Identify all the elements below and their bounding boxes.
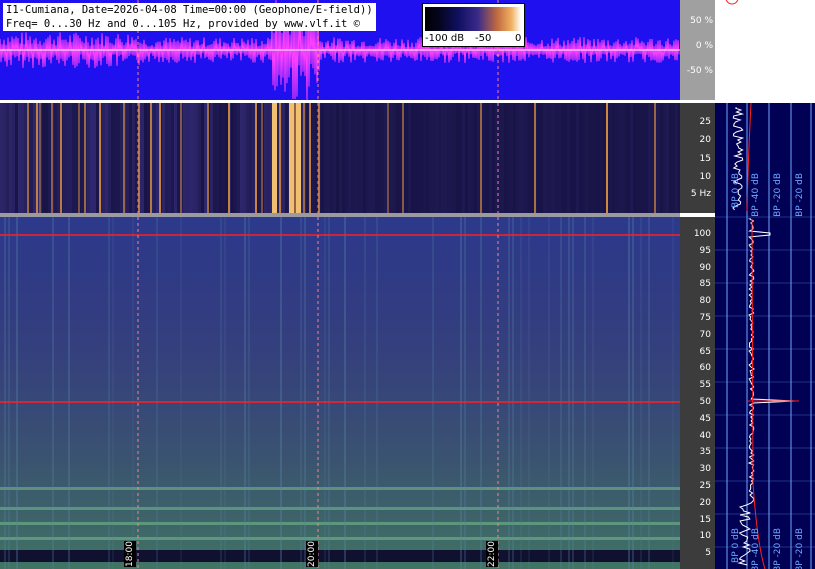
freq-tick: 25 — [699, 117, 711, 127]
freq-tick: 5 — [705, 548, 711, 559]
wave-scale-label: 0 % — [695, 41, 713, 51]
freq-tick: 75 — [699, 313, 711, 323]
freq-axis-low: 25 20 15 10 5 Hz — [680, 103, 715, 213]
freq-tick: 70 — [699, 329, 711, 340]
spectrogram-main-canvas — [0, 217, 680, 569]
bp-label: BP -40 dB — [751, 528, 761, 569]
freq-tick: 10 — [699, 531, 711, 542]
wave-scale-label: -50 % — [686, 66, 713, 76]
freq-unit-label: 5 Hz — [690, 189, 711, 199]
bp-label: BP -20 dB — [795, 528, 805, 569]
vlf-monitor-display: I1-Cumiana, Date=2026-04-08 Time=00:00 (… — [0, 0, 815, 569]
waveform-scale: 50 % 0 % -50 % — [680, 0, 715, 100]
freq-tick: 20 — [699, 135, 711, 145]
spectrogram-main — [0, 217, 680, 569]
time-label-1800: 18:00 — [124, 541, 136, 567]
freq-tick: 30 — [699, 464, 711, 475]
bp-label: BP -20 dB — [773, 528, 783, 569]
freq-tick: 65 — [699, 346, 711, 357]
time-label-2200: 22:00 — [486, 541, 498, 567]
freq-tick: 50 — [699, 397, 711, 407]
time-label-2000: 20:00 — [306, 541, 318, 567]
bp-label: BP -20 dB — [795, 173, 805, 217]
freq-tick: 45 — [699, 413, 711, 424]
bp-label: BP 0 dB — [731, 528, 741, 563]
freq-tick: 100 — [693, 229, 711, 239]
colorbar-min-label: -100 dB — [425, 33, 465, 44]
station-header: I1-Cumiana, Date=2026-04-08 Time=00:00 (… — [3, 3, 376, 31]
colorbar-max-label: 0 — [515, 33, 522, 44]
freq-tick: 10 — [699, 172, 711, 182]
freq-tick: 40 — [699, 430, 711, 441]
blank-corner — [715, 0, 815, 100]
spectrogram-low-canvas — [0, 103, 680, 213]
colorbar-legend: -100 dB -50 0 — [422, 3, 525, 47]
spectrogram-low-freq — [0, 103, 680, 213]
bp-label: BP -40 dB — [751, 173, 761, 217]
freq-tick: 95 — [699, 245, 711, 256]
colorbar-mid-label: -50 — [475, 33, 492, 44]
freq-tick: 35 — [699, 447, 711, 458]
freq-tick: 80 — [699, 296, 711, 307]
spectrum-profile-panel: BP 0 dB BP -40 dB BP -20 dB BP -20 dB BP… — [715, 103, 815, 569]
freq-axis-main: 100 95 90 85 80 75 70 65 60 55 50 45 40 35 30 25 20 15 10 5 — [680, 217, 715, 569]
header-line-1: I1-Cumiana, Date=2026-04-08 Time=00:00 (… — [6, 4, 373, 16]
freq-tick: 25 — [699, 481, 711, 491]
freq-tick: 60 — [699, 363, 711, 374]
freq-tick: 20 — [699, 497, 711, 508]
freq-tick: 85 — [699, 279, 711, 290]
freq-tick: 90 — [699, 262, 711, 273]
freq-tick: 55 — [699, 380, 711, 391]
freq-tick: 15 — [699, 514, 711, 525]
wave-scale-label: 50 % — [690, 16, 713, 26]
header-line-2: Freq= 0...30 Hz and 0...105 Hz, provided… — [6, 18, 361, 30]
freq-tick: 15 — [699, 154, 711, 164]
bp-label: BP 0 dB — [731, 173, 741, 208]
bp-label: BP -20 dB — [773, 173, 783, 217]
colorbar-gradient — [425, 7, 521, 31]
